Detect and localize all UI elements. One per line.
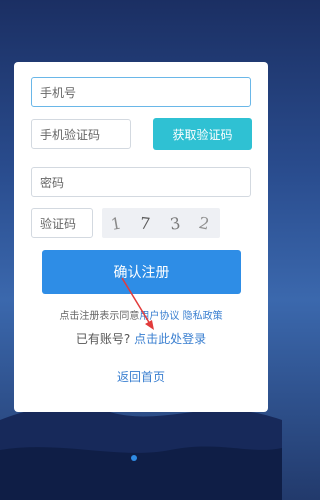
password-placeholder: 密码 (40, 175, 65, 190)
captcha-char: 1 (109, 212, 125, 234)
login-prefix: 已有账号? (75, 332, 131, 346)
user-agreement-link[interactable]: 用户协议 (139, 311, 179, 322)
captcha-placeholder: 验证码 (40, 216, 77, 231)
confirm-register-button[interactable]: 确认注册 (42, 250, 241, 294)
sms-code-input[interactable]: 手机验证码 (31, 119, 131, 149)
agreement-prefix: 点击注册表示同意 (59, 311, 140, 322)
get-code-label: 获取验证码 (172, 127, 233, 142)
phone-placeholder: 手机号 (40, 85, 77, 100)
password-input[interactable]: 密码 (31, 167, 251, 197)
captcha-char: 7 (139, 212, 154, 234)
captcha-char: 2 (197, 212, 214, 234)
captcha-input[interactable]: 验证码 (31, 208, 93, 238)
sms-code-placeholder: 手机验证码 (40, 127, 101, 142)
back-home-link[interactable]: 返回首页 (14, 368, 268, 385)
captcha-char: 3 (168, 212, 184, 234)
page-indicator-dot (131, 455, 137, 461)
captcha-image[interactable]: 1 7 3 2 (102, 208, 220, 238)
login-line: 已有账号? 点击此处登录 (14, 330, 268, 347)
agreement-line: 点击注册表示同意用户协议 隐私政策 (14, 307, 268, 322)
login-link[interactable]: 点击此处登录 (134, 332, 206, 346)
privacy-policy-link[interactable]: 隐私政策 (183, 311, 223, 322)
back-home-label: 返回首页 (116, 370, 165, 384)
phone-input[interactable]: 手机号 (31, 77, 251, 107)
register-card: 手机号 手机验证码 获取验证码 密码 验证码 1 7 3 2 确认注册 点击注册… (14, 62, 268, 412)
get-code-button[interactable]: 获取验证码 (153, 118, 252, 150)
confirm-register-label: 确认注册 (113, 265, 170, 281)
